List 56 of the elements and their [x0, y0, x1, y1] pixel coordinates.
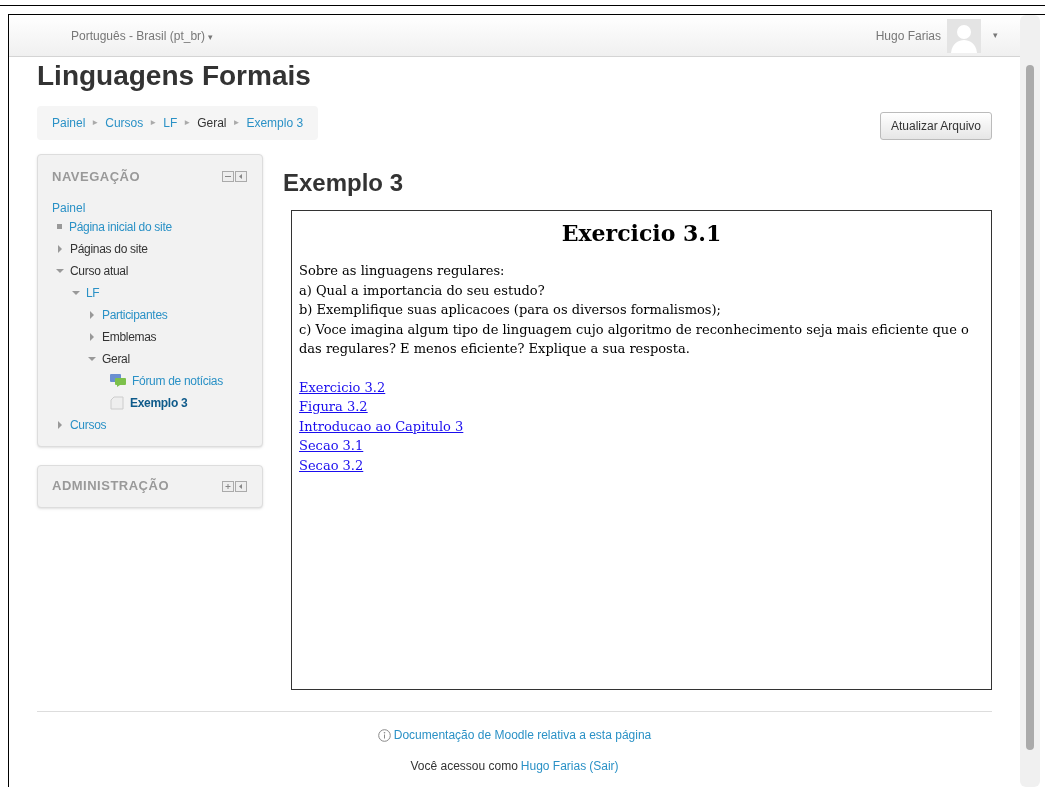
- nav-item[interactable]: Cursos: [70, 415, 107, 434]
- forum-icon: [110, 374, 126, 387]
- exercise-text: b) Exemplifique suas aplicacoes (para os diversos formalismos);: [299, 301, 722, 319]
- nav-root-link[interactable]: Painel: [52, 199, 248, 216]
- breadcrumb-item[interactable]: Painel: [52, 114, 86, 132]
- exercise-title: Exercicio 3.1: [560, 219, 723, 247]
- exercise-link[interactable]: Introducao ao Capitulo 3: [299, 416, 464, 436]
- separator-icon: ►: [232, 117, 241, 129]
- update-file-button[interactable]: Atualizar Arquivo: [879, 112, 992, 140]
- separator-icon: ►: [149, 117, 158, 129]
- collapsed-triangle-icon: [89, 310, 95, 319]
- collapsed-triangle-icon: [57, 420, 63, 429]
- site-title: Linguagens Formais: [37, 59, 312, 93]
- nav-item[interactable]: LF: [86, 283, 100, 302]
- expanded-triangle-icon: [88, 355, 96, 362]
- exercise-link[interactable]: Secao 3.2: [299, 455, 364, 475]
- user-menu-caret[interactable]: ▾: [993, 28, 998, 43]
- exercise-text: c) Voce imagina algum tipo de linguagem cujo algoritmo de reconhecimento seja mais eficiente que o das regulares? E menos eficiente? Explique a sua resposta.: [299, 320, 970, 358]
- block-title: NAVEGAÇÃO: [52, 168, 141, 186]
- scrollbar[interactable]: [1020, 15, 1040, 787]
- nav-item[interactable]: Participantes: [102, 305, 168, 324]
- logout-link[interactable]: (Sair): [589, 757, 619, 775]
- exercise-link[interactable]: Secao 3.1: [299, 436, 364, 456]
- nav-item[interactable]: Geral: [102, 349, 130, 368]
- nav-item[interactable]: Curso atual: [70, 261, 129, 280]
- exercise-link[interactable]: Exercicio 3.2: [299, 377, 386, 397]
- collapsed-triangle-icon: [89, 332, 95, 341]
- nav-item[interactable]: Páginas do site: [70, 239, 148, 258]
- collapsed-triangle-icon: [57, 244, 63, 253]
- block-controls-icon[interactable]: [222, 480, 248, 492]
- exercise-text: Sobre as linguagens regulares:: [299, 262, 506, 280]
- language-menu[interactable]: Português - Brasil (pt_br) ▾: [71, 26, 214, 45]
- nav-item[interactable]: Exemplo 3: [130, 393, 188, 412]
- exercise-text: a) Qual a importancia do seu estudo?: [299, 281, 546, 300]
- nav-item[interactable]: Emblemas: [102, 327, 157, 346]
- breadcrumb-item[interactable]: LF: [163, 114, 178, 132]
- breadcrumb-item[interactable]: Exemplo 3: [246, 114, 304, 132]
- block-controls-icon[interactable]: [222, 171, 248, 183]
- expanded-triangle-icon: [72, 289, 80, 296]
- user-name[interactable]: Hugo Farias: [875, 26, 941, 45]
- info-icon: [377, 728, 391, 742]
- block-title: ADMINISTRAÇÃO: [52, 477, 169, 496]
- separator-icon: ►: [183, 117, 192, 129]
- breadcrumb-item: Geral: [197, 115, 227, 132]
- page-icon: [110, 395, 124, 410]
- logged-in-text: Você acessou como: [410, 758, 518, 775]
- page-heading: Exemplo 3: [283, 168, 405, 198]
- documentation-link[interactable]: Documentação de Moodle relativa a esta página: [393, 726, 652, 744]
- breadcrumb-item[interactable]: Cursos: [105, 114, 144, 132]
- nav-item[interactable]: Página inicial do site: [69, 217, 172, 236]
- nav-item[interactable]: Fórum de notícias: [132, 371, 223, 390]
- bullet-icon: [57, 224, 62, 229]
- separator-icon: ►: [91, 117, 100, 129]
- expanded-triangle-icon: [56, 267, 64, 274]
- exercise-link[interactable]: Figura 3.2: [299, 397, 368, 417]
- user-link[interactable]: Hugo Farias: [520, 757, 587, 775]
